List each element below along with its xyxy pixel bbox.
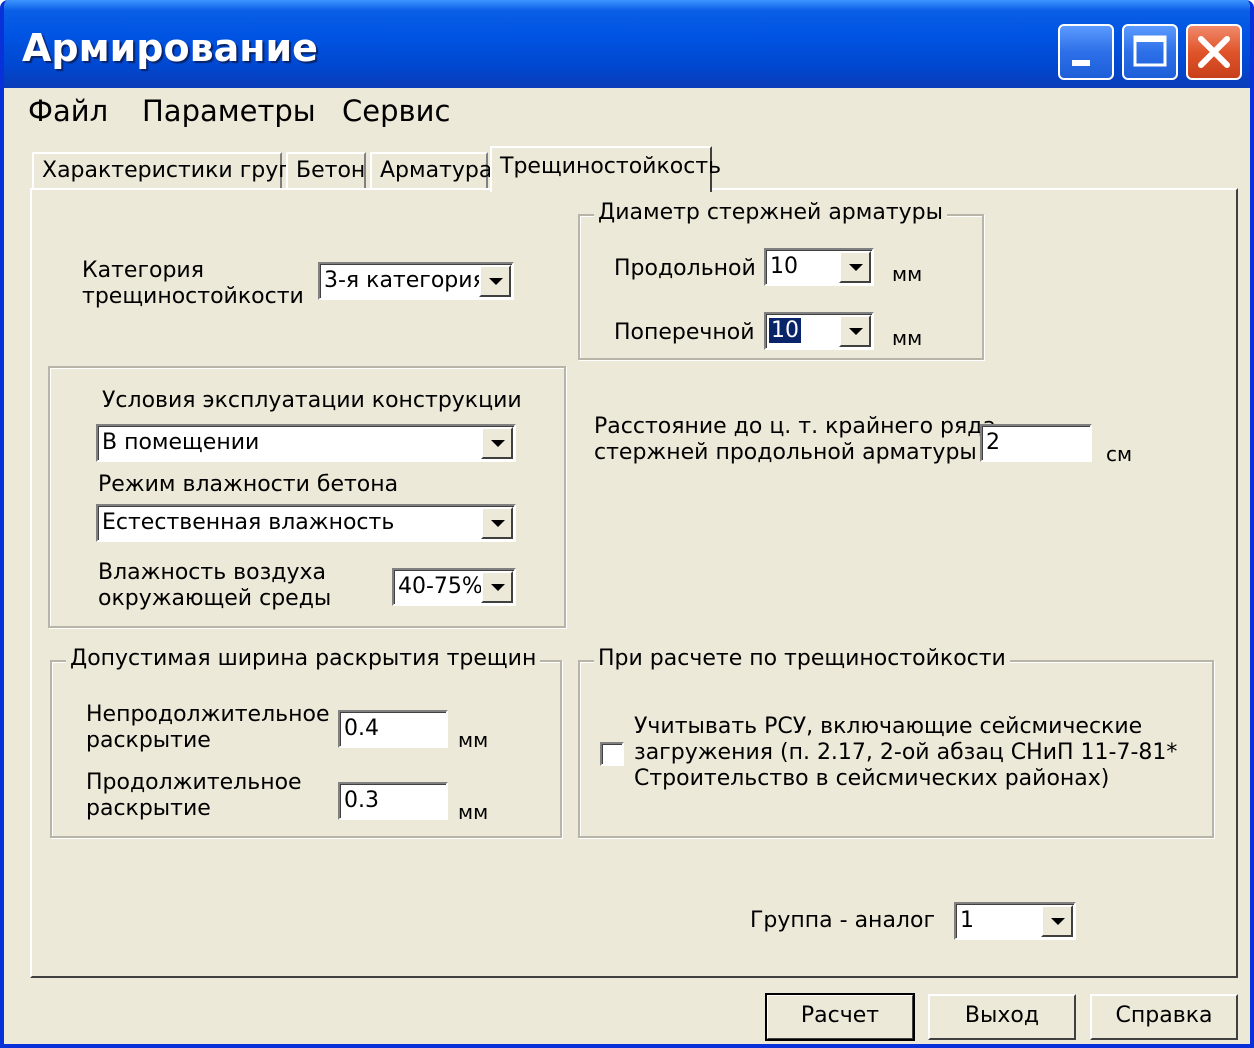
air-humidity-select[interactable]: 40-75% (392, 568, 516, 606)
crack-category-label-1: Категория (82, 258, 204, 283)
humidity-mode-label: Режим влажности бетона (98, 472, 399, 497)
distance-label-1: Расстояние до ц. т. крайнего ряда (594, 414, 996, 439)
humidity-mode-select[interactable]: Естественная влажность (96, 504, 516, 542)
longitudinal-diameter-select[interactable]: 10 (764, 248, 874, 286)
tab-reinforcement[interactable]: Арматура (370, 152, 492, 190)
long-crack-input[interactable]: 0.3 (338, 782, 448, 820)
chevron-down-icon[interactable] (839, 315, 871, 347)
longitudinal-label: Продольной (614, 256, 756, 281)
chevron-down-icon[interactable] (479, 265, 511, 297)
analog-group-value: 1 (960, 908, 974, 933)
operating-conditions-title: Условия эксплуатации конструкции (102, 388, 522, 413)
window: Армирование Файл Параметры Сервис Характ… (0, 0, 1254, 1048)
longitudinal-diameter-value: 10 (770, 254, 798, 279)
maximize-icon (1133, 35, 1167, 67)
chevron-down-icon[interactable] (1041, 905, 1073, 937)
menu-bar: Файл Параметры Сервис (4, 88, 1250, 134)
transverse-unit: мм (892, 326, 923, 350)
close-icon (1198, 36, 1230, 68)
seismic-text-3: Строительство в сейсмических районах) (634, 766, 1110, 791)
crack-category-value: 3-я категория (324, 268, 486, 293)
rebar-diameter-title: Диаметр стержней арматуры (594, 200, 948, 225)
air-humidity-label-1: Влажность воздуха (98, 560, 327, 585)
chevron-down-icon[interactable] (481, 571, 513, 603)
short-crack-label-1: Непродолжительное (86, 702, 330, 727)
air-humidity-label-2: окружающей среды (98, 586, 332, 611)
operating-conditions-value: В помещении (102, 430, 260, 455)
chevron-down-icon[interactable] (481, 507, 513, 539)
distance-input[interactable]: 2 (980, 424, 1092, 462)
crack-width-group: Допустимая ширина раскрытия трещин Непро… (50, 646, 562, 838)
long-crack-label-2: раскрытие (86, 796, 211, 821)
title-bar[interactable]: Армирование (4, 0, 1250, 88)
help-button[interactable]: Справка (1090, 994, 1238, 1040)
crack-width-title: Допустимая ширина раскрытия трещин (66, 646, 541, 671)
crack-category-select[interactable]: 3-я категория (318, 262, 514, 300)
close-button[interactable] (1186, 24, 1242, 80)
analog-group-label: Группа - аналог (750, 908, 936, 933)
short-crack-input[interactable]: 0.4 (338, 710, 448, 748)
operating-conditions-group: Условия эксплуатации конструкции В помещ… (48, 366, 566, 628)
minimize-button[interactable] (1058, 24, 1114, 80)
seismic-checkbox[interactable] (600, 742, 624, 766)
short-crack-label-2: раскрытие (86, 728, 211, 753)
crack-calc-title: При расчете по трещиностойкости (594, 646, 1010, 671)
longitudinal-unit: мм (892, 262, 923, 286)
maximize-button[interactable] (1122, 24, 1178, 80)
rebar-diameter-group: Диаметр стержней арматуры Продольной 10 … (578, 200, 984, 360)
short-crack-unit: мм (458, 728, 489, 752)
humidity-mode-value: Естественная влажность (102, 510, 395, 535)
exit-button[interactable]: Выход (928, 994, 1076, 1040)
calc-button[interactable]: Расчет (765, 993, 915, 1041)
menu-file[interactable]: Файл (28, 94, 108, 128)
operating-conditions-select[interactable]: В помещении (96, 424, 516, 462)
tab-panel: Категория трещиностойкости 3-я категория… (30, 188, 1238, 978)
tab-crack-resistance[interactable]: Трещиностойкость (490, 146, 721, 192)
air-humidity-value: 40-75% (398, 574, 483, 599)
crack-calc-group: При расчете по трещиностойкости Учитыват… (578, 646, 1214, 838)
chevron-down-icon[interactable] (839, 251, 871, 283)
tab-group-characteristics[interactable]: Характеристики групп (32, 152, 307, 190)
distance-unit: см (1106, 442, 1133, 466)
transverse-diameter-select[interactable]: 10 (764, 312, 874, 350)
window-title: Армирование (22, 26, 318, 70)
analog-group-select[interactable]: 1 (954, 902, 1076, 940)
long-crack-label-1: Продолжительное (86, 770, 302, 795)
transverse-label: Поперечной (614, 320, 755, 345)
menu-service[interactable]: Сервис (342, 94, 450, 128)
menu-parameters[interactable]: Параметры (142, 94, 316, 128)
chevron-down-icon[interactable] (481, 427, 513, 459)
minimize-icon (1072, 60, 1090, 66)
distance-label-2: стержней продольной арматуры (594, 440, 977, 465)
seismic-text-2: загружения (п. 2.17, 2-ой абзац СНиП 11-… (634, 740, 1178, 765)
seismic-text-1: Учитывать РСУ, включающие сейсмические (634, 714, 1143, 739)
crack-category-label-2: трещиностойкости (82, 284, 304, 309)
long-crack-unit: мм (458, 800, 489, 824)
tab-concrete[interactable]: Бетон (286, 152, 366, 190)
transverse-diameter-value: 10 (768, 317, 802, 344)
